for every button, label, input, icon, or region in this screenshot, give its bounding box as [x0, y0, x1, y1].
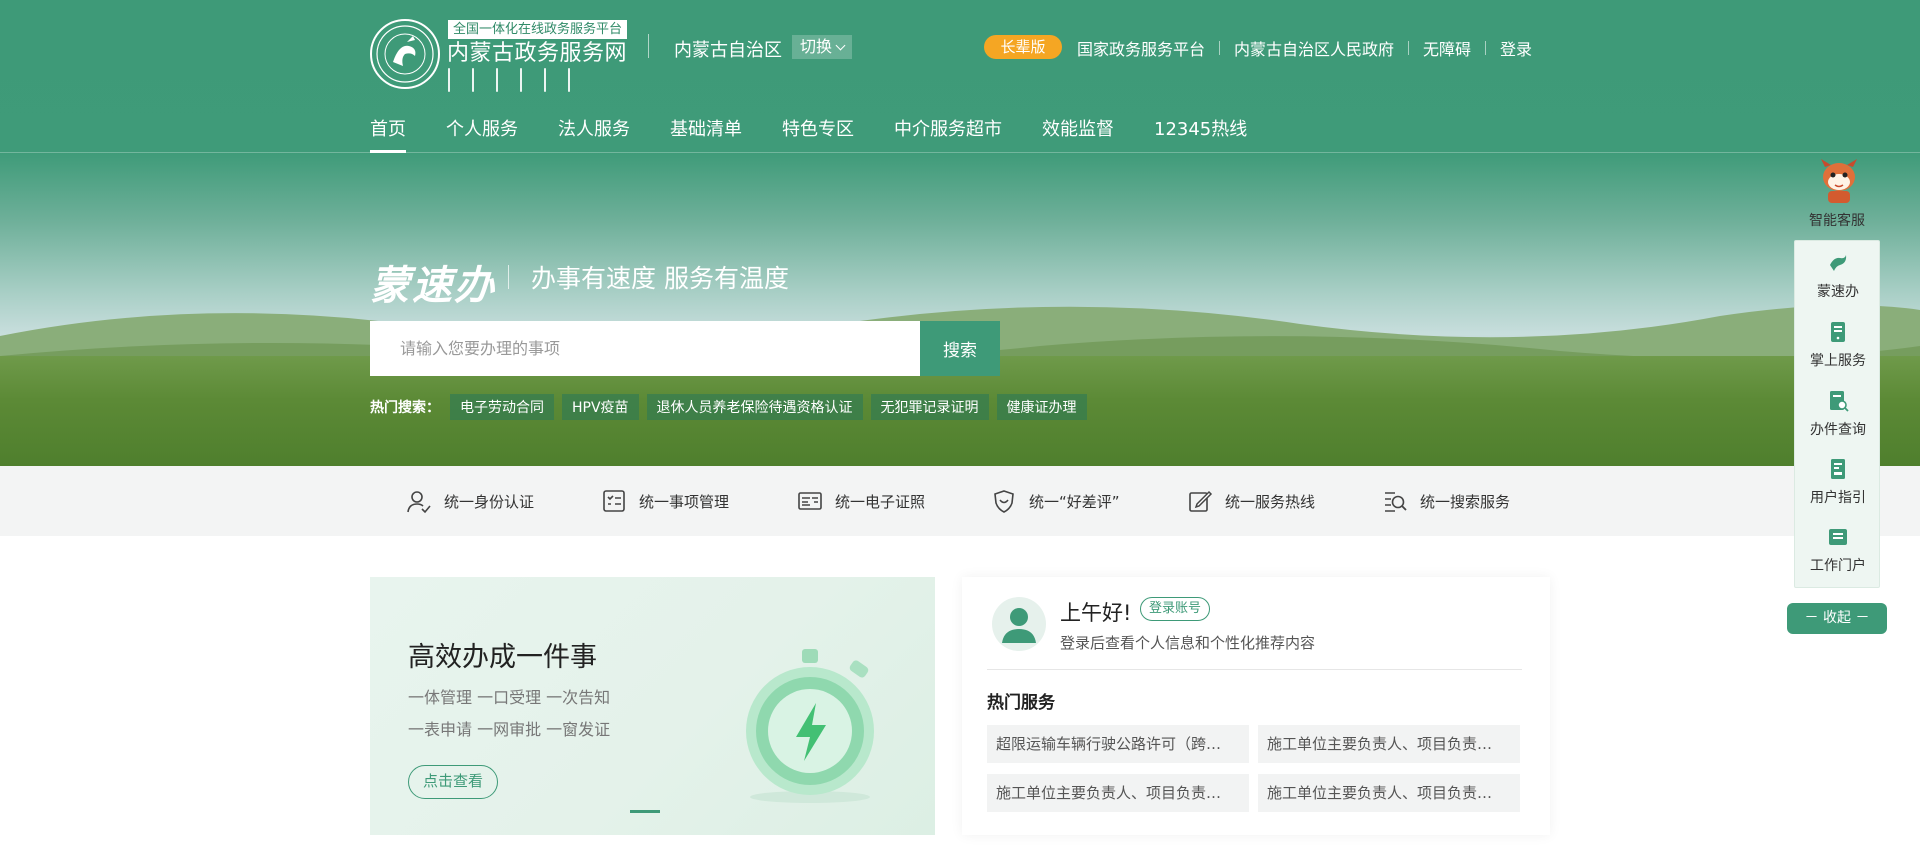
banner-line: 一体管理 一口受理 一次告知 — [408, 688, 611, 707]
side-item-label: 工作门户 — [1810, 558, 1866, 574]
card-divider — [987, 669, 1522, 670]
user-guide-icon — [1831, 459, 1845, 479]
service-label: 统一搜索服务 — [1420, 492, 1511, 511]
search-input[interactable] — [370, 321, 920, 376]
hot-search-label: 热门搜索： — [370, 400, 440, 416]
emblem-icon — [376, 25, 434, 83]
link-regional-government[interactable]: 内蒙古自治区人民政府 — [1234, 36, 1394, 60]
region-switch-button[interactable]: 切换 — [792, 35, 853, 59]
customer-service-mascot-icon[interactable] — [1817, 157, 1861, 205]
top-link-separator — [1485, 41, 1487, 55]
side-item-work-portal[interactable]: 工作门户 — [1795, 517, 1881, 581]
edit-hotline-icon — [1189, 490, 1213, 512]
side-item-label: 蒙速办 — [1817, 284, 1859, 300]
header-divider — [648, 34, 649, 58]
side-item-mengsuban[interactable]: 蒙速办 — [1795, 243, 1881, 307]
search-button[interactable]: 搜索 — [920, 321, 1000, 376]
top-link-separator — [1219, 41, 1221, 55]
hot-search-tag[interactable]: 电子劳动合同 — [450, 394, 554, 420]
hot-search-tag[interactable]: 无犯罪记录证明 — [870, 394, 989, 420]
stopwatch-lightning-illustration — [746, 649, 874, 803]
customer-service-label[interactable]: 智能客服 — [1787, 210, 1887, 230]
brand-logo-mengsuban: 蒙速办 — [370, 262, 496, 309]
identity-icon — [407, 491, 431, 514]
side-item-user-guide[interactable]: 用户指引 — [1795, 449, 1881, 513]
nav-personal-service[interactable]: 个人服务 — [446, 115, 518, 153]
platform-tag: 全国一体化在线政务服务平台 — [448, 20, 628, 39]
nav-efficiency-supervision[interactable]: 效能监督 — [1042, 115, 1114, 153]
top-link-separator — [1408, 41, 1410, 55]
checklist-icon — [603, 490, 625, 512]
service-item-management[interactable]: 统一事项管理 — [601, 466, 729, 536]
nav-special-zone[interactable]: 特色专区 — [782, 115, 854, 153]
login-account-button[interactable]: 登录账号 — [1140, 597, 1211, 621]
user-avatar-icon — [1002, 608, 1036, 643]
nav-basic-list[interactable]: 基础清单 — [670, 115, 742, 153]
nav-12345-hotline[interactable]: 12345热线 — [1154, 115, 1247, 153]
hot-search: 热门搜索： 电子劳动合同 HPV疫苗 退休人员养老保险待遇资格认证 无犯罪记录证… — [370, 394, 1095, 420]
service-label: 统一身份认证 — [444, 492, 535, 511]
link-national-platform[interactable]: 国家政务服务平台 — [1077, 36, 1205, 60]
carousel-indicator[interactable] — [630, 810, 660, 813]
banner-title: 高效办成一件事 — [408, 642, 597, 673]
slogan-divider — [508, 265, 509, 289]
hot-search-tag[interactable]: HPV疫苗 — [562, 394, 639, 420]
rating-shield-icon — [994, 490, 1014, 513]
avatar[interactable] — [992, 597, 1046, 651]
side-item-label: 掌上服务 — [1810, 353, 1866, 369]
slogan: 办事有速度 服务有温度 — [531, 264, 789, 293]
search-list-icon — [1385, 492, 1407, 512]
side-item-mobile-service[interactable]: 掌上服务 — [1795, 312, 1881, 376]
region-switch-label: 切换 — [800, 37, 833, 56]
link-accessibility[interactable]: 无障碍 — [1423, 36, 1471, 60]
greeting: 上午好! — [1060, 601, 1132, 625]
side-item-label: 用户指引 — [1810, 490, 1866, 506]
side-item-label: 办件查询 — [1810, 422, 1866, 438]
service-unified-search[interactable]: 统一搜索服务 — [1382, 466, 1510, 536]
site-header: 全国一体化在线政务服务平台 内蒙古政务服务网 内蒙古自治区 切换 长辈版 国家政… — [0, 0, 1920, 153]
banner-line: 一表申请 一网审批 一窗发证 — [408, 720, 611, 739]
mongolian-script-decoration — [448, 68, 570, 92]
elder-mode-button[interactable]: 长辈版 — [984, 35, 1062, 59]
government-emblem-logo[interactable] — [370, 19, 440, 89]
hot-search-tag[interactable]: 健康证办理 — [996, 394, 1087, 420]
mengsuban-icon — [1830, 255, 1847, 271]
unified-services-bar: 统一身份认证 统一事项管理 统一电子证照 统一“好差评” 统一服务热线 统一搜索… — [0, 466, 1920, 536]
nav-home[interactable]: 首页 — [370, 115, 406, 153]
login-tip: 登录后查看个人信息和个性化推荐内容 — [1060, 634, 1316, 652]
service-good-bad-review[interactable]: 统一“好差评” — [991, 466, 1120, 536]
top-links: 国家政务服务平台 内蒙古自治区人民政府 无障碍 登录 — [1077, 36, 1532, 60]
service-hotline[interactable]: 统一服务热线 — [1187, 466, 1315, 536]
service-label: 统一服务热线 — [1225, 492, 1316, 511]
chevron-down-icon — [835, 40, 846, 51]
document-search-icon — [1830, 391, 1849, 412]
main-nav: 首页 个人服务 法人服务 基础清单 特色专区 中介服务超市 效能监督 12345… — [370, 115, 1287, 153]
nav-intermediary-market[interactable]: 中介服务超市 — [894, 115, 1002, 153]
side-shortcut-list: 蒙速办 掌上服务 办件查询 用户指引 工作门户 — [1794, 240, 1880, 588]
hot-service-item[interactable]: 施工单位主要负责人、项目负责… — [1258, 725, 1520, 763]
license-card-icon — [798, 492, 822, 510]
view-details-button[interactable]: 点击查看 — [408, 765, 498, 799]
side-item-document-query[interactable]: 办件查询 — [1795, 381, 1881, 445]
service-label: 统一事项管理 — [639, 492, 730, 511]
hot-service-item[interactable]: 施工单位主要负责人、项目负责… — [987, 774, 1249, 812]
service-label: 统一“好差评” — [1029, 492, 1120, 511]
work-portal-icon — [1829, 529, 1847, 545]
site-name[interactable]: 内蒙古政务服务网 — [447, 41, 627, 67]
hot-service-item[interactable]: 施工单位主要负责人、项目负责… — [1258, 774, 1520, 812]
user-card: 上午好! 登录账号 登录后查看个人信息和个性化推荐内容 热门服务 超限运输车辆行… — [962, 577, 1550, 835]
mobile-service-icon — [1831, 322, 1845, 342]
promo-banner[interactable]: 高效办成一件事 一体管理 一口受理 一次告知 一表申请 一网审批 一窗发证 点击… — [370, 577, 935, 835]
nav-legal-entity-service[interactable]: 法人服务 — [558, 115, 630, 153]
hero-banner: 蒙速办 办事有速度 服务有温度 搜索 热门搜索： 电子劳动合同 HPV疫苗 退休… — [0, 153, 1920, 466]
service-label: 统一电子证照 — [835, 492, 926, 511]
collapse-button[interactable]: － 收起 － — [1787, 603, 1887, 634]
service-identity-auth[interactable]: 统一身份认证 — [406, 466, 534, 536]
service-e-license[interactable]: 统一电子证照 — [797, 466, 925, 536]
link-login[interactable]: 登录 — [1500, 36, 1532, 60]
hot-service-item[interactable]: 超限运输车辆行驶公路许可（跨… — [987, 725, 1249, 763]
hot-search-tag[interactable]: 退休人员养老保险待遇资格认证 — [646, 394, 863, 420]
region-name: 内蒙古自治区 — [674, 40, 782, 61]
hot-services-title: 热门服务 — [987, 693, 1055, 713]
